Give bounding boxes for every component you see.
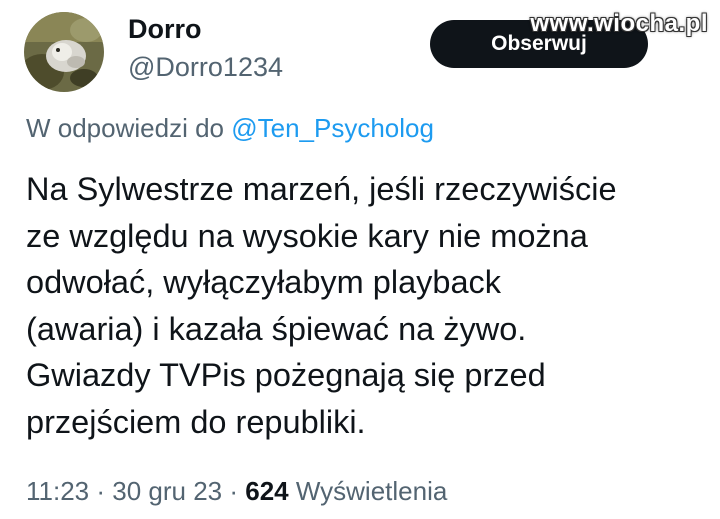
- tweet-meta: 11:23 · 30 gru 23 · 624 Wyświetlenia: [26, 476, 447, 507]
- tweet-text-line: Na Sylwestrze marzeń, jeśli rzeczywiście: [26, 171, 617, 207]
- reply-prefix: W odpowiedzi do: [26, 113, 232, 143]
- tweet-text-line: (awaria) i kazała śpiewać na żywo.: [26, 310, 527, 347]
- reply-mention-link[interactable]: @Ten_Psycholog: [231, 113, 434, 143]
- tweet-date[interactable]: 30 gru 23: [112, 476, 222, 506]
- avatar-image: [24, 12, 104, 92]
- tweet-text-line: ze względu na wysokie kary nie można: [26, 217, 588, 254]
- tweet-time[interactable]: 11:23: [26, 476, 89, 506]
- tweet-text: Na Sylwestrze marzeń, jeśli rzeczywiście…: [26, 166, 706, 445]
- avatar[interactable]: [24, 12, 104, 92]
- tweet-text-line: odwołać, wyłączyłabym playback: [26, 264, 502, 300]
- tweet-text-line: przejściem do republiki.: [26, 403, 366, 440]
- meta-separator: ·: [222, 476, 246, 506]
- tweet-text-line: Gwiazdy TVPis pożegnają się przed: [26, 357, 546, 393]
- watermark: www.wiocha.pl: [530, 10, 708, 37]
- views-label: Wyświetlenia: [288, 476, 448, 506]
- display-name[interactable]: Dorro: [128, 14, 202, 45]
- user-handle[interactable]: @Dorro1234: [128, 52, 283, 83]
- views-count: 624: [245, 476, 289, 506]
- meta-separator: ·: [89, 476, 113, 506]
- reply-context: W odpowiedzi do @Ten_Psycholog: [26, 113, 434, 144]
